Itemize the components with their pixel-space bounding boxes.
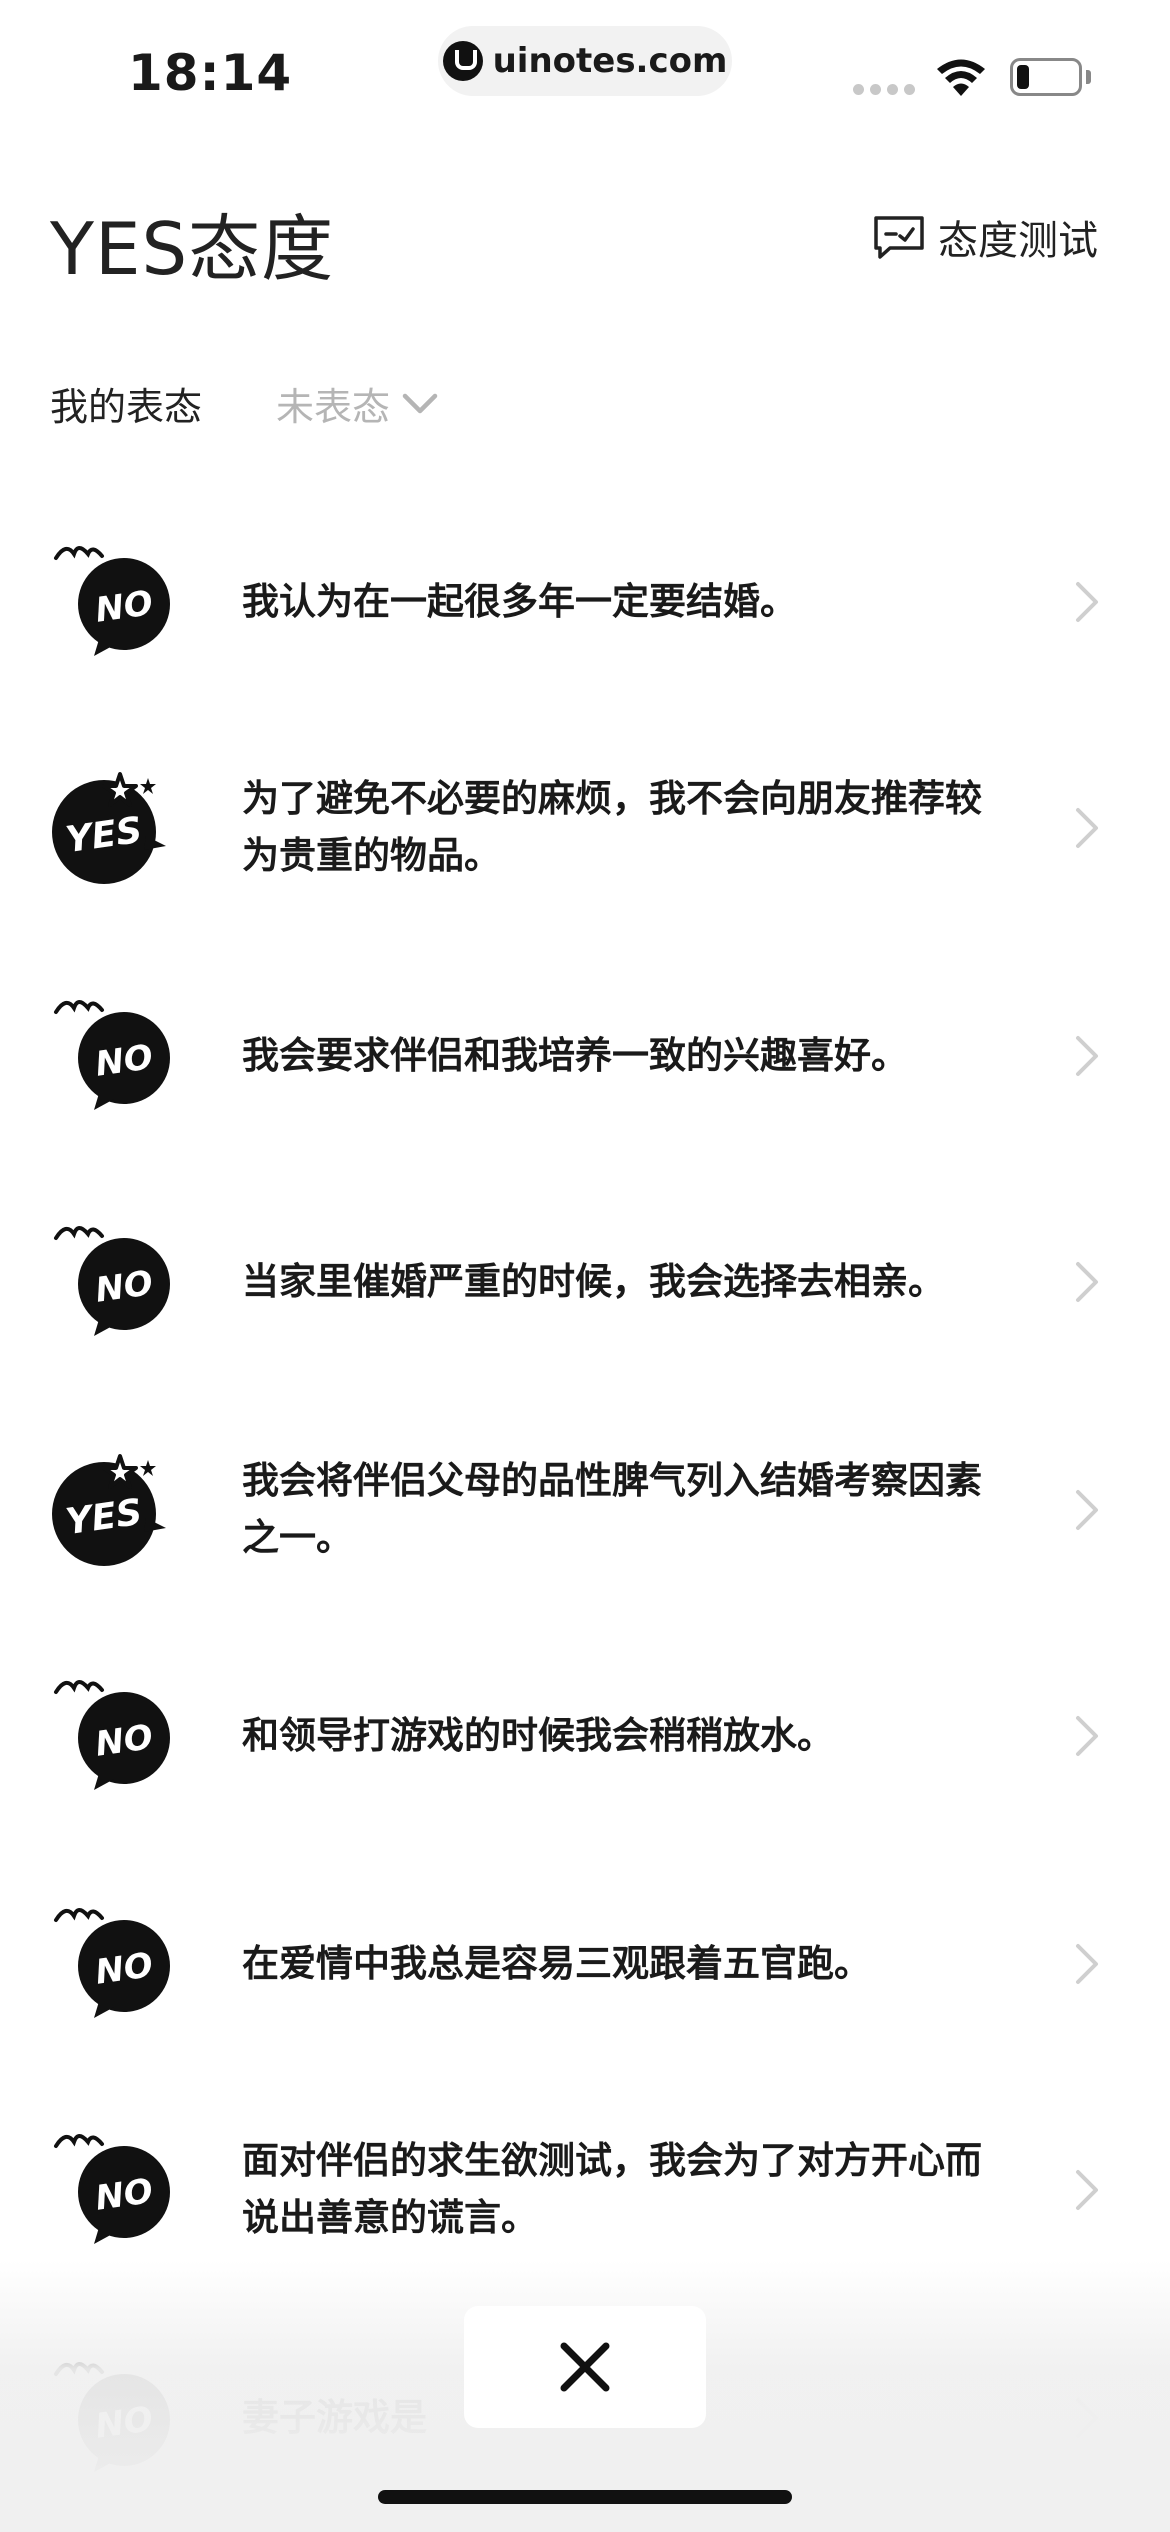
my-stance-row: 我的表态 未表态 [50,376,438,431]
badge-text: NO [93,2171,155,2219]
statement-row[interactable]: NO 面对伴侣的求生欲测试，我会为了对方开心而说出善意的谎言。 [0,2088,1170,2288]
statement-text: 在爱情中我总是容易三观跟着五官跑。 [242,1941,871,1985]
statement-text: 当家里催婚严重的时候，我会选择去相亲。 [242,1259,945,1303]
home-indicator[interactable] [378,2490,792,2504]
no-badge-icon: NO [54,1680,170,1790]
statement-row[interactable]: YES 为了避免不必要的麻烦，我不会向朋友推荐较为贵重的物品。 [0,726,1170,926]
url-pill[interactable]: uinotes.com [438,26,732,96]
wifi-icon [937,59,985,96]
no-badge-icon: NO [54,1226,170,1336]
chevron-down-icon [402,393,438,413]
badge-text: NO [93,1037,155,1085]
chevron-right-icon [1076,1716,1098,1756]
stance-dropdown[interactable]: 未表态 [276,376,438,431]
badge-text: NO [93,1717,155,1765]
no-badge-icon: NO [54,546,170,656]
chat-check-icon [874,216,924,259]
stance-value: 未表态 [276,385,391,429]
statement-text: 和领导打游戏的时候我会稍稍放水。 [242,1713,834,1757]
chevron-right-icon [1076,1490,1098,1530]
site-logo-icon [442,41,483,81]
chevron-right-icon [1076,1262,1098,1302]
badge-text: NO [93,1263,155,1311]
cellular-signal-icon [853,84,915,95]
statement-text: 为了避免不必要的麻烦，我不会向朋友推荐较为贵重的物品。 [242,777,982,877]
attitude-test-button[interactable]: 态度测试 [872,208,1098,266]
my-stance-label: 我的表态 [50,385,203,429]
yes-badge-icon: YES [52,1454,166,1566]
statement-row[interactable]: NO 我会要求伴侣和我培养一致的兴趣喜好。 [0,954,1170,1154]
statement-row[interactable]: YES 我会将伴侣父母的品性脾气列入结婚考察因素之一。 [0,1408,1170,1608]
url-text: uinotes.com [492,41,728,81]
statement-row[interactable]: NO 在爱情中我总是容易三观跟着五官跑。 [0,1862,1170,2062]
statement-row[interactable]: NO 和领导打游戏的时候我会稍稍放水。 [0,1634,1170,1834]
no-badge-icon: NO [54,1000,170,1110]
no-badge-icon: NO [54,1908,170,2018]
statement-text: 我会将伴侣父母的品性脾气列入结婚考察因素之一。 [242,1459,982,1559]
chevron-right-icon [1076,2170,1098,2210]
chevron-right-icon [1076,1036,1098,1076]
page-title: YES态度 [50,207,335,291]
statement-text: 我会要求伴侣和我培养一致的兴趣喜好。 [242,1033,908,1077]
statement-text: 面对伴侣的求生欲测试，我会为了对方开心而说出善意的谎言。 [242,2139,982,2239]
statement-row[interactable]: NO 当家里催婚严重的时候，我会选择去相亲。 [0,1180,1170,1380]
attitude-test-label: 态度测试 [938,218,1098,264]
badge-text: NO [93,1945,155,1993]
close-button[interactable] [464,2306,706,2428]
chevron-right-icon [1076,808,1098,848]
battery-cap [1086,70,1091,84]
statement-text: 我认为在一起很多年一定要结婚。 [242,579,797,623]
no-badge-icon: NO [54,2134,170,2244]
status-bar: 18:14 uinotes.com [0,0,1170,130]
chevron-right-icon [1076,1944,1098,1984]
chevron-right-icon [1076,582,1098,622]
badge-text: NO [93,583,155,631]
close-icon [560,2342,610,2392]
battery-icon [1010,58,1082,96]
statement-row[interactable]: NO 我认为在一起很多年一定要结婚。 [0,500,1170,700]
status-time: 18:14 [128,44,293,102]
yes-badge-icon: YES [52,772,166,884]
